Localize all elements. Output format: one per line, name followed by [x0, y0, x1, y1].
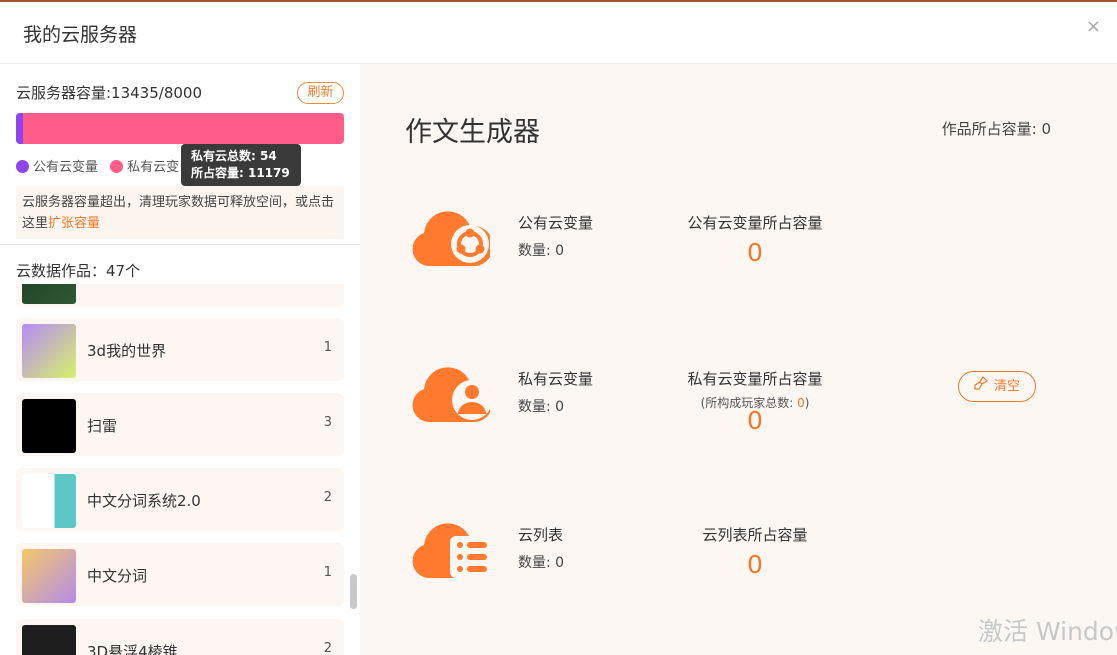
list-item[interactable]: 中文分词 1 [16, 543, 344, 606]
work-total-capacity: 作品所占容量: 0 [941, 120, 1051, 138]
expand-capacity-link[interactable]: 扩张容量 [48, 216, 100, 231]
work-title: 作文生成器 [405, 117, 540, 148]
capacity-legend: 公有云变量 私有云变 [16, 156, 187, 175]
capacity-tooltip: 私有云总数: 54 所占容量: 11179 [181, 144, 301, 186]
private-dot-icon [110, 160, 124, 173]
section-capacity-value: 0 [747, 238, 763, 267]
list-item[interactable]: 中文分词系统2.0 2 [16, 468, 344, 531]
work-thumbnail [22, 324, 76, 378]
work-thumbnail [22, 284, 76, 304]
section-capacity-value: 0 [747, 550, 763, 579]
section-capacity-title: 私有云变量所占容量 [687, 370, 823, 388]
cloud-user-icon [412, 367, 490, 422]
list-item[interactable]: 3D悬浮4棱锥 2 [16, 619, 344, 655]
work-thumbnail [22, 625, 76, 655]
dialog-header: 我的云服务器 × [0, 2, 1117, 64]
works-list: 3d我的世界 1 扫雷 3 中文分词系统2.0 2 中文分词 1 3D悬浮4棱锥… [16, 284, 344, 655]
close-icon[interactable]: × [1086, 16, 1101, 37]
list-scrollbar[interactable] [350, 574, 357, 609]
section-name: 云列表 [518, 526, 564, 544]
list-item[interactable]: 扫雷 3 [16, 393, 344, 456]
tooltip-private-capacity: 所占容量: 11179 [191, 166, 290, 180]
cloud-list-icon [412, 523, 490, 578]
cloud-share-icon [412, 211, 490, 266]
legend-public: 公有云变量 [16, 160, 98, 175]
public-capacity-fill [16, 113, 23, 144]
legend-private: 私有云变 [110, 160, 179, 175]
server-capacity-label: 云服务器容量:13435/8000 [16, 84, 202, 102]
main-panel: 作文生成器 作品所占容量: 0 公有云变量 数量: 0 公有云变量所占容量 0 … [360, 64, 1117, 655]
capacity-notice: 云服务器容量超出，清理玩家数据可释放空间，或点击这里扩张容量 [16, 186, 344, 239]
section-count: 数量: 0 [518, 555, 565, 571]
section-capacity-title: 公有云变量所占容量 [687, 214, 823, 232]
dialog-title: 我的云服务器 [23, 24, 138, 46]
brush-icon [974, 372, 988, 401]
section-name: 公有云变量 [518, 214, 594, 232]
public-variables-section: 公有云变量 数量: 0 公有云变量所占容量 0 [410, 200, 1100, 300]
tooltip-private-total: 私有云总数: 54 [191, 149, 277, 163]
work-thumbnail [22, 549, 76, 603]
activation-watermark: 激活 Windows [978, 617, 1117, 646]
capacity-bar [16, 113, 344, 144]
refresh-button[interactable]: 刷新 [297, 82, 344, 104]
work-thumbnail [22, 474, 76, 528]
section-name: 私有云变量 [518, 370, 594, 388]
list-item[interactable] [16, 284, 344, 307]
public-dot-icon [16, 160, 29, 173]
sidebar: 云服务器容量:13435/8000 刷新 公有云变量 私有云变 私有云总数: 5… [0, 64, 360, 655]
work-thumbnail [22, 399, 76, 453]
clear-button[interactable]: 清空 [958, 371, 1036, 402]
cloud-list-section: 云列表 数量: 0 云列表所占容量 0 [410, 512, 1100, 612]
cloud-works-label: 云数据作品：47个 [16, 262, 141, 280]
section-capacity-title: 云列表所占容量 [702, 526, 808, 544]
list-item[interactable]: 3d我的世界 1 [16, 318, 344, 381]
divider [0, 244, 360, 245]
section-count: 数量: 0 [518, 399, 565, 415]
section-count: 数量: 0 [518, 243, 565, 259]
section-capacity-value: 0 [747, 406, 763, 435]
private-variables-section: 私有云变量 数量: 0 私有云变量所占容量 (所构成玩家总数: 0) 0 清空 [410, 356, 1100, 456]
